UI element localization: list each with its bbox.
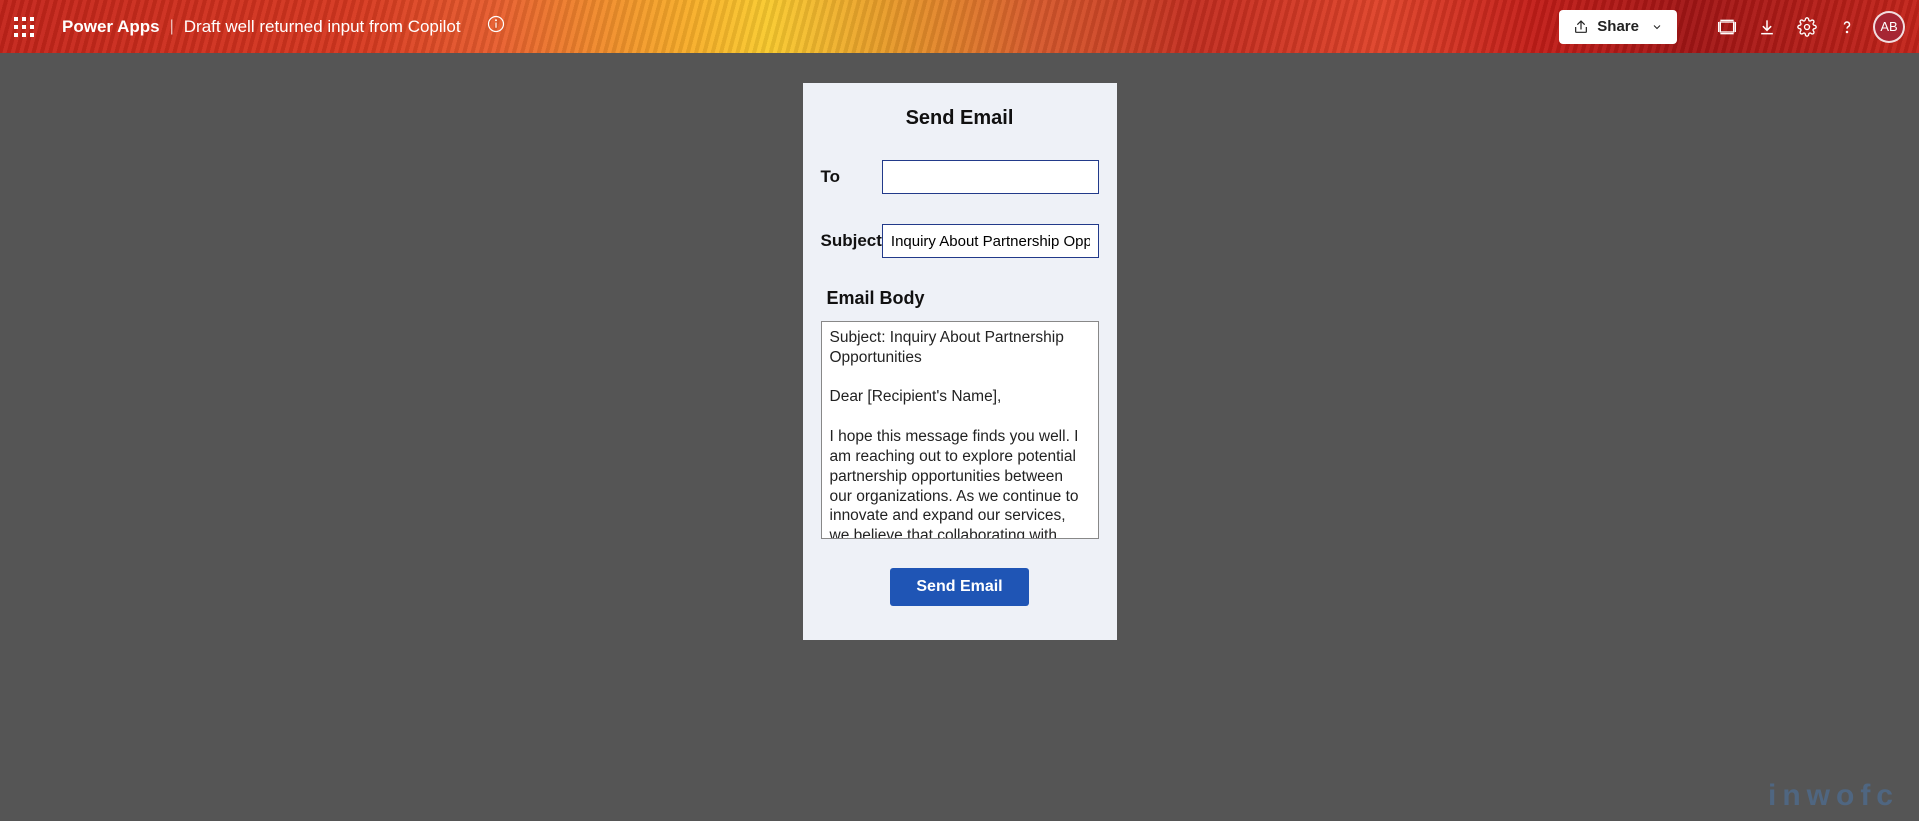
user-avatar[interactable]: AB [1873,11,1905,43]
watermark-text: inwofc [1768,779,1899,813]
page-title: Draft well returned input from Copilot [184,17,461,37]
chevron-down-icon [1651,21,1663,33]
share-label: Share [1597,18,1639,35]
to-input[interactable] [882,160,1099,194]
fit-to-screen-icon[interactable] [1707,17,1747,37]
share-button[interactable]: Share [1559,10,1677,44]
app-canvas: Send Email To Subject Email Body Send Em… [0,53,1919,821]
help-icon[interactable] [1827,17,1867,37]
settings-icon[interactable] [1787,17,1827,37]
body-label: Email Body [827,288,1099,309]
title-separator: | [170,18,174,36]
subject-label: Subject [821,231,882,251]
app-header: Power Apps | Draft well returned input f… [0,0,1919,53]
avatar-initials: AB [1880,19,1897,34]
body-textarea[interactable] [821,321,1099,539]
app-launcher-icon[interactable] [14,17,34,37]
download-icon[interactable] [1747,17,1787,37]
info-icon[interactable] [487,15,505,38]
subject-input[interactable] [882,224,1099,258]
to-label: To [821,167,882,187]
send-email-form: Send Email To Subject Email Body Send Em… [803,83,1117,640]
brand-label: Power Apps [62,17,160,37]
send-email-button[interactable]: Send Email [890,568,1028,606]
form-title: Send Email [821,107,1099,130]
share-icon [1573,19,1589,35]
